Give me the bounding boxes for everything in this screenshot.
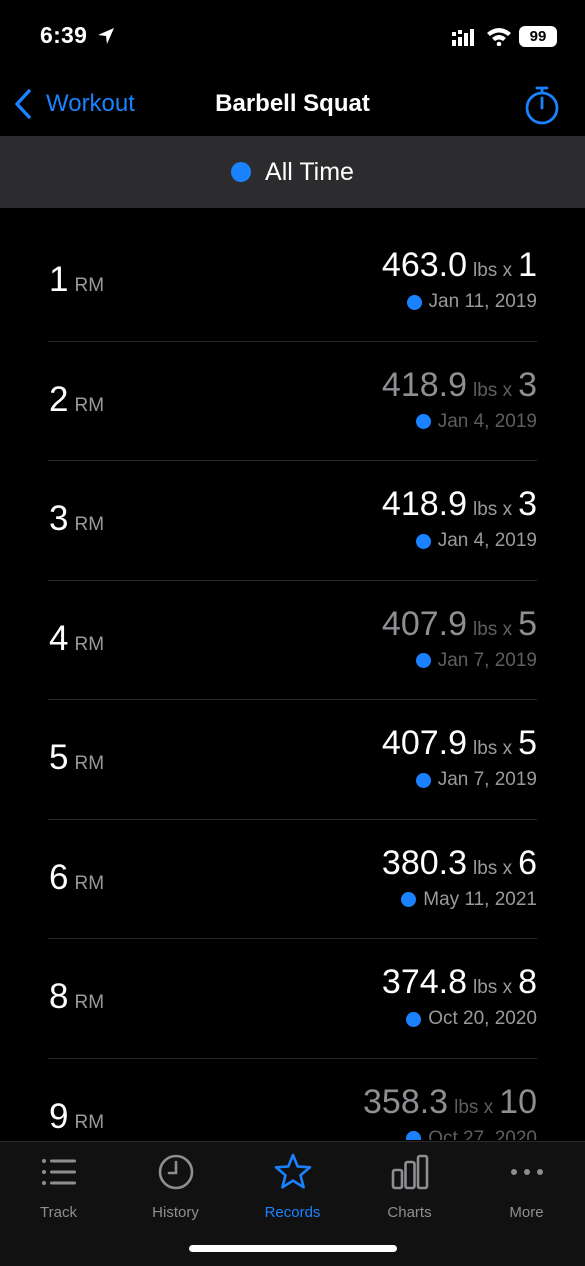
tab-track[interactable]: Track	[0, 1152, 117, 1227]
home-indicator[interactable]	[189, 1245, 397, 1252]
tab-label: More	[509, 1204, 544, 1221]
tab-more[interactable]: More	[468, 1152, 585, 1227]
rm-unit: RM	[74, 1111, 105, 1133]
tab-history[interactable]: History	[117, 1152, 234, 1227]
clock-icon	[158, 1154, 193, 1190]
record-weight: 407.9	[381, 604, 467, 643]
filter-color-dot	[231, 162, 252, 182]
record-weight: 407.9	[381, 724, 467, 762]
rm-unit: RM	[74, 514, 105, 535]
rm-number: 9	[49, 1096, 69, 1136]
record-weight: 358.3	[363, 1082, 449, 1121]
record-date: Jan 4, 2019	[437, 410, 537, 432]
record-unit: lbs x	[473, 618, 513, 640]
record-reps: 3	[518, 365, 537, 404]
record-reps: 5	[518, 604, 537, 643]
record-weight: 380.3	[381, 843, 467, 882]
record-date: Oct 20, 2020	[428, 1008, 537, 1029]
record-color-dot	[415, 414, 431, 429]
ellipsis-icon	[510, 1169, 543, 1175]
rm-unit: RM	[74, 753, 105, 774]
record-row[interactable]: 6 RM 380.3 lbs x6 May 11, 2021	[48, 820, 537, 939]
tab-records[interactable]: Records	[234, 1152, 351, 1227]
rm-unit: RM	[74, 872, 105, 894]
signal-icon	[452, 29, 474, 46]
rm-number: 1	[49, 260, 69, 299]
rm-number: 2	[49, 379, 69, 419]
page-title: Barbell Squat	[215, 90, 370, 117]
record-row[interactable]: 1 RM 463.0 lbs x1 Jan 11, 2019	[48, 222, 537, 342]
record-weight: 418.9	[381, 485, 467, 523]
stopwatch-icon[interactable]	[522, 84, 562, 126]
tab-label: Records	[264, 1204, 321, 1221]
record-unit: lbs x	[454, 1096, 494, 1118]
records-list: 1 RM 463.0 lbs x1 Jan 11, 2019 2 RM 418.9 lb…	[48, 222, 537, 1140]
battery-indicator: 99	[519, 26, 557, 47]
rm-number: 5	[49, 738, 69, 777]
record-date: Jan 11, 2019	[428, 291, 537, 312]
rm-number: 3	[49, 499, 69, 538]
time-range-filter[interactable]: All Time	[0, 136, 585, 208]
record-color-dot	[415, 533, 431, 549]
record-row[interactable]: 4 RM 407.9 lbs x5 Jan 7, 2019	[48, 581, 537, 700]
record-weight: 418.9	[381, 365, 467, 404]
record-color-dot	[406, 294, 422, 310]
bar-chart-icon	[391, 1154, 428, 1190]
record-reps: 3	[518, 485, 537, 523]
record-reps: 10	[499, 1082, 537, 1121]
record-row[interactable]: 2 RM 418.9 lbs x3 Jan 4, 2019	[48, 342, 537, 461]
tab-charts[interactable]: Charts	[351, 1152, 468, 1227]
record-row[interactable]: 8 RM 374.8 lbs x8 Oct 20, 2020	[48, 939, 537, 1059]
tab-label: History	[152, 1204, 199, 1221]
star-icon	[274, 1153, 311, 1189]
rm-unit: RM	[74, 633, 105, 655]
tab-label: Track	[40, 1204, 77, 1221]
location-arrow-icon	[98, 28, 114, 44]
status-time: 6:39	[40, 22, 88, 48]
record-unit: lbs x	[473, 738, 513, 759]
record-color-dot	[401, 892, 417, 907]
rm-number: 6	[49, 857, 69, 897]
record-date: Oct 27, 2020	[428, 1127, 537, 1141]
record-reps: 6	[518, 843, 537, 882]
record-date: Jan 7, 2019	[437, 769, 537, 790]
record-color-dot	[406, 1131, 422, 1140]
record-date: Jan 7, 2019	[437, 649, 537, 671]
record-color-dot	[406, 1011, 422, 1027]
status-bar: 6:39 99	[0, 0, 585, 74]
navigation-bar: Workout Barbell Squat	[0, 74, 585, 136]
record-date: Jan 4, 2019	[437, 530, 537, 551]
record-unit: lbs x	[473, 499, 513, 520]
filter-label: All Time	[265, 157, 354, 186]
record-reps: 5	[518, 724, 537, 762]
record-color-dot	[415, 653, 431, 668]
rm-unit: RM	[74, 394, 105, 416]
tab-label: Charts	[387, 1204, 432, 1221]
record-weight: 374.8	[381, 963, 467, 1001]
rm-unit: RM	[74, 275, 105, 296]
record-row[interactable]: 3 RM 418.9 lbs x3 Jan 4, 2019	[48, 461, 537, 581]
rm-unit: RM	[74, 992, 105, 1013]
rm-number: 8	[49, 977, 69, 1016]
record-color-dot	[415, 772, 431, 788]
record-unit: lbs x	[473, 857, 513, 879]
record-date: May 11, 2021	[423, 888, 537, 910]
rm-number: 4	[49, 618, 69, 658]
record-reps: 1	[518, 246, 537, 284]
record-row[interactable]: 5 RM 407.9 lbs x5 Jan 7, 2019	[48, 700, 537, 820]
record-unit: lbs x	[473, 260, 513, 281]
record-unit: lbs x	[473, 977, 513, 998]
list-icon	[41, 1159, 76, 1185]
record-weight: 463.0	[381, 246, 467, 284]
wifi-icon	[487, 28, 511, 46]
record-unit: lbs x	[473, 379, 513, 401]
record-row[interactable]: 9 RM 358.3 lbs x 10 Oct 27, 2020	[48, 1059, 537, 1141]
record-reps: 8	[518, 963, 537, 1001]
